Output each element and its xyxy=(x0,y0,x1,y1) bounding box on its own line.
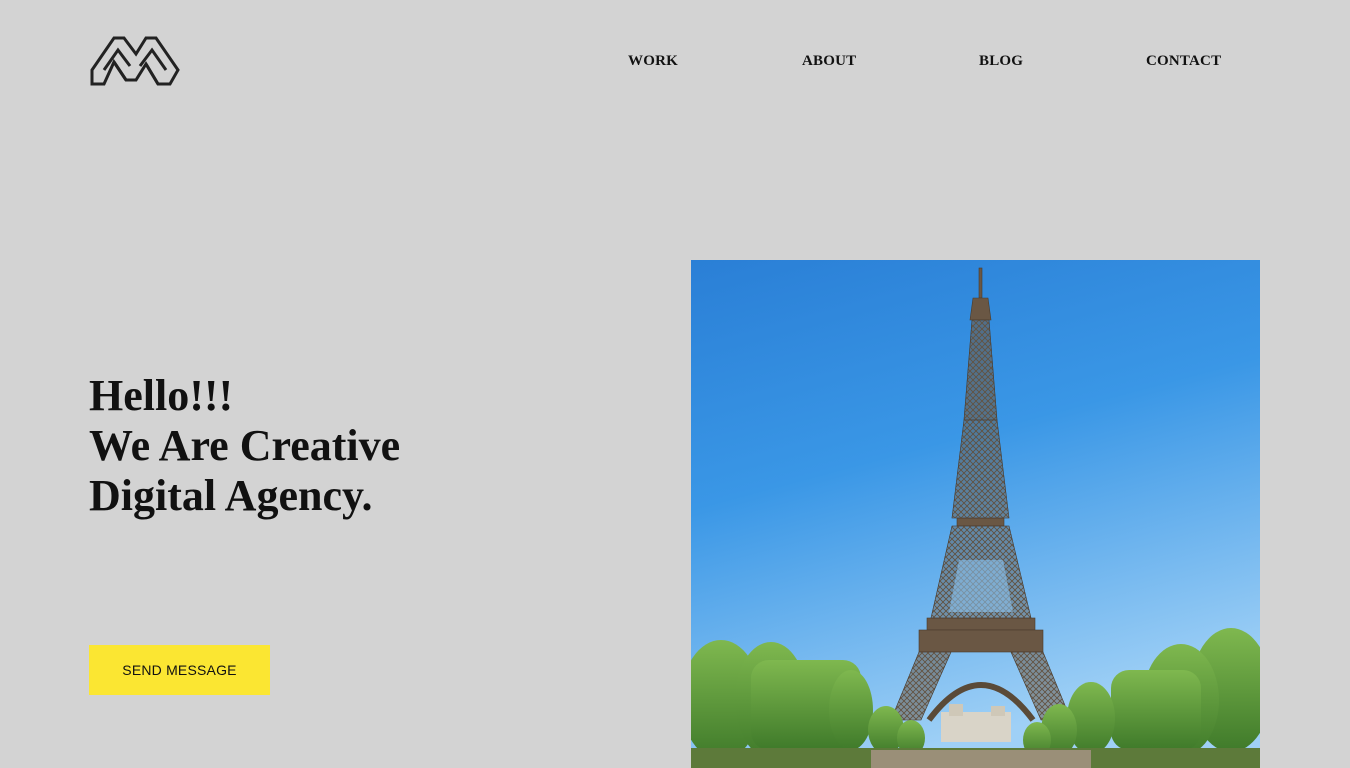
eiffel-tower-image xyxy=(691,260,1260,768)
nav-link-blog[interactable]: BLOG xyxy=(979,53,1023,70)
hero-heading-line-3: Digital Agency. xyxy=(89,471,373,520)
hero-heading-line-1: Hello!!! xyxy=(89,371,234,420)
send-message-button[interactable]: SEND MESSAGE xyxy=(89,645,270,695)
nav-link-about[interactable]: ABOUT xyxy=(802,53,856,70)
nav-link-contact[interactable]: CONTACT xyxy=(1146,53,1221,70)
main-navigation: WORK ABOUT BLOG CONTACT xyxy=(0,53,1350,73)
hero-heading: Hello!!! We Are Creative Digital Agency. xyxy=(89,371,400,521)
hero-heading-line-2: We Are Creative xyxy=(89,421,401,470)
nav-link-work[interactable]: WORK xyxy=(628,53,678,70)
